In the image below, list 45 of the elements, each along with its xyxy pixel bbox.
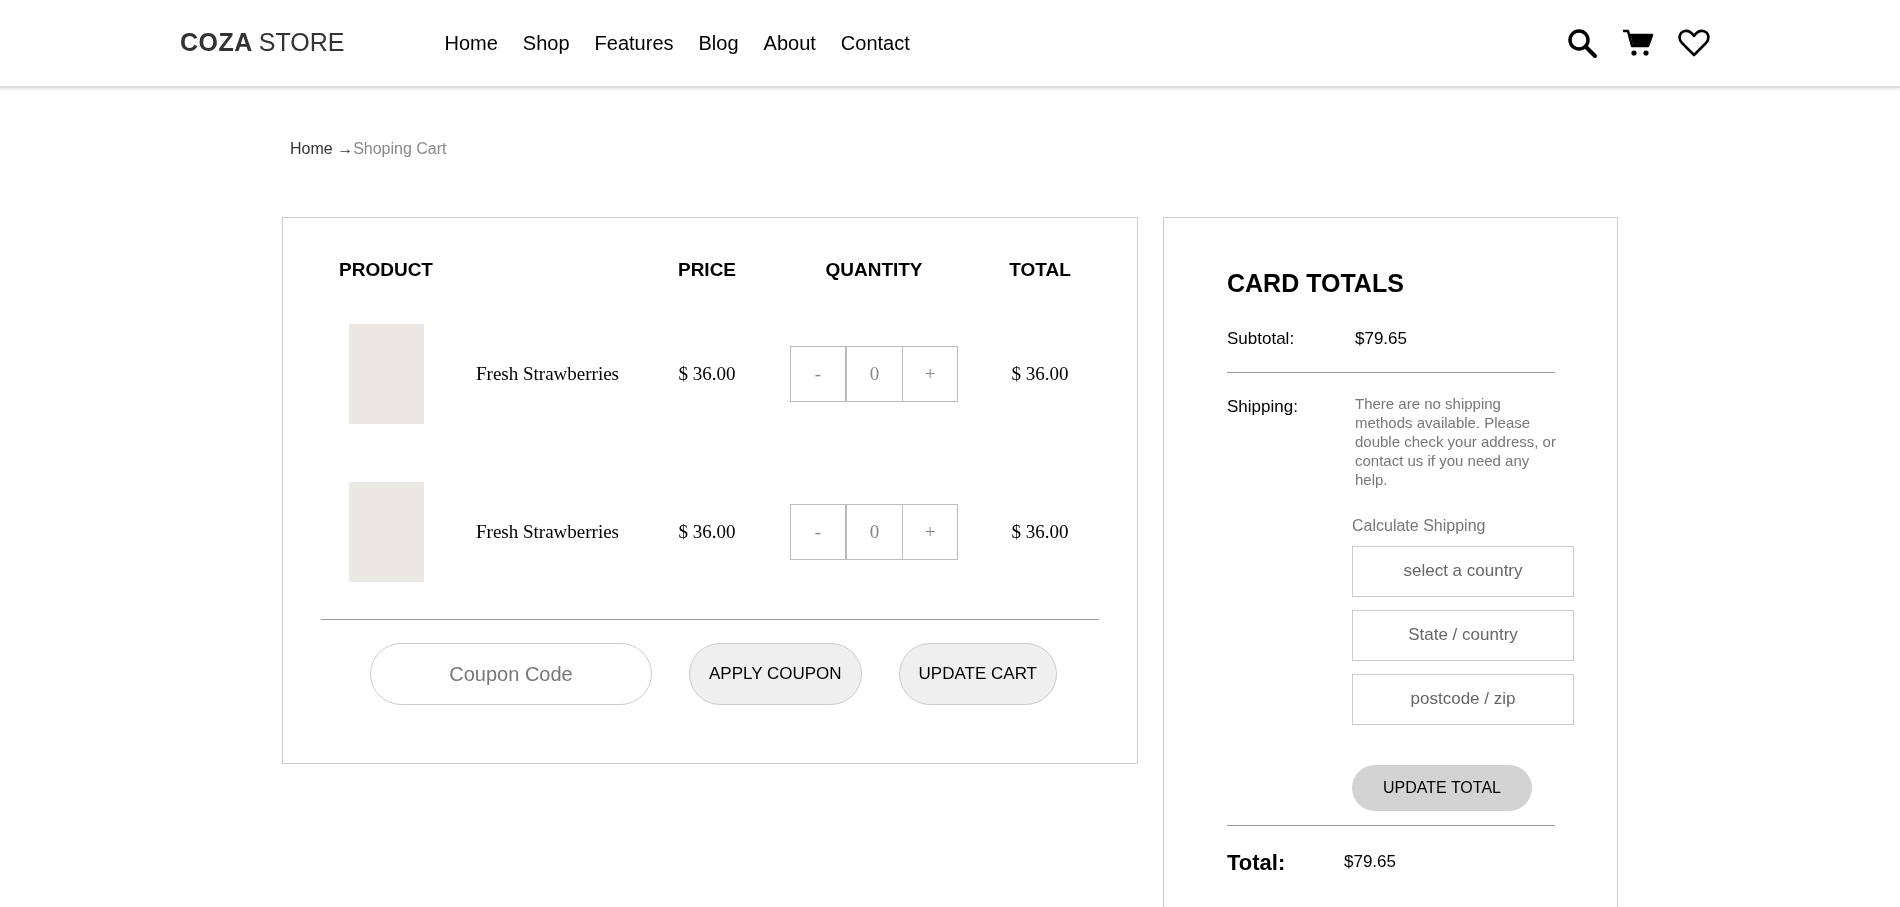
increase-button[interactable]: +	[902, 346, 958, 402]
quantity-field[interactable]: 0	[846, 504, 902, 560]
column-header: QUANTITY	[824, 257, 924, 282]
subtotal-label: Subtotal:	[1227, 328, 1296, 350]
apply-coupon-button[interactable]: APPLY COUPON	[689, 643, 862, 705]
quantity-field[interactable]: 0	[846, 346, 902, 402]
product-name: Fresh Strawberries	[475, 361, 620, 386]
total-value: $79.65	[1344, 851, 1396, 874]
price-value: $ 36.00	[677, 361, 737, 386]
breadcrumb-link[interactable]: Home	[290, 140, 333, 157]
column-header: PRODUCT	[338, 257, 434, 282]
nav-link-item[interactable]: Home	[444, 28, 498, 58]
shipping-field[interactable]: postcode / zip	[1352, 673, 1574, 725]
totals-title: CARD TOTALS	[1227, 268, 1405, 298]
update-total-button[interactable]: UPDATE TOTAL	[1352, 764, 1532, 811]
calculate-shipping-label: Calculate Shipping	[1352, 515, 1487, 536]
heart-icon[interactable]	[1678, 27, 1710, 59]
logo-text[interactable]: COZA	[180, 24, 253, 62]
cart-icon[interactable]	[1622, 27, 1654, 59]
search-icon[interactable]	[1566, 27, 1598, 59]
total-value: $ 36.00	[1010, 361, 1070, 386]
shipping-label: Shipping:	[1227, 395, 1299, 418]
nav-link-item[interactable]: Blog	[698, 28, 739, 58]
update-cart-button[interactable]: UPDATE CART	[898, 643, 1057, 705]
coupon-field[interactable]: Coupon Code	[370, 643, 652, 705]
column-header: PRICE	[676, 257, 738, 282]
shipping-field[interactable]: select a country	[1352, 545, 1574, 597]
nav-link-item[interactable]: About	[763, 28, 816, 58]
column-header: TOTAL	[1008, 257, 1072, 282]
nav-link-item[interactable]: Features	[594, 28, 674, 58]
logo-text[interactable]: STORE	[258, 24, 345, 62]
nav-link-item[interactable]: Contact	[840, 28, 910, 58]
price-value: $ 36.00	[677, 519, 737, 544]
shipping-field[interactable]: State / country	[1352, 609, 1574, 661]
product-name: Fresh Strawberries	[475, 519, 620, 544]
breadcrumb-current: Shoping Cart	[353, 140, 447, 157]
increase-button[interactable]: +	[902, 504, 958, 560]
decrease-button[interactable]: -	[790, 346, 846, 402]
breadcrumb-separator: →	[337, 140, 354, 157]
subtotal-value: $79.65	[1355, 328, 1407, 350]
total-label: Total:	[1227, 848, 1287, 877]
total-value: $ 36.00	[1010, 519, 1070, 544]
nav-link-item[interactable]: Shop	[522, 28, 570, 58]
decrease-button[interactable]: -	[790, 504, 846, 560]
shipping-note: There are no shipping methods available. Please double check your address, or contact us if you need any help.	[1355, 393, 1557, 489]
